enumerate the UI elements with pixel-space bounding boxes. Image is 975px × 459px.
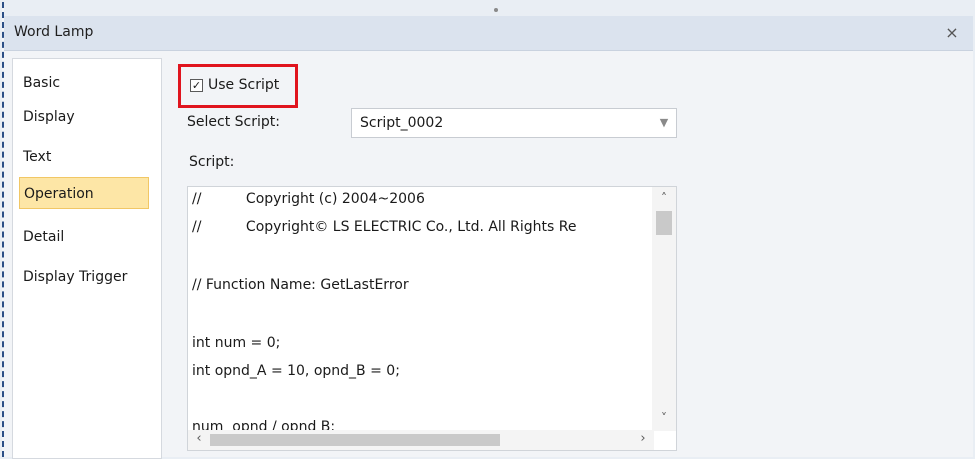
- chevron-down-icon[interactable]: ▼: [652, 109, 676, 137]
- select-script-value: Script_0002: [360, 115, 444, 131]
- use-script-checkbox[interactable]: ✓: [190, 79, 203, 92]
- use-script-label[interactable]: Use Script: [208, 77, 279, 93]
- chevron-right-icon[interactable]: ›: [634, 431, 652, 449]
- script-editor[interactable]: // Copyright (c) 2004~2006 // Copyright©…: [187, 186, 677, 451]
- operation-panel: ✓ Use Script Select Script: Script_0002 …: [166, 58, 966, 457]
- chevron-left-icon[interactable]: ‹: [190, 431, 208, 449]
- nav-item-display[interactable]: Display: [19, 101, 149, 133]
- nav-item-operation[interactable]: Operation: [19, 177, 149, 209]
- nav-item-text[interactable]: Text: [19, 141, 149, 173]
- vertical-scrollbar[interactable]: ˄ ˅: [652, 187, 676, 431]
- word-lamp-dialog: Word Lamp × Basic Display Text Operation…: [2, 2, 973, 459]
- code-line: // Copyright (c) 2004~2006: [192, 191, 425, 207]
- vertical-scroll-thumb[interactable]: [656, 211, 672, 235]
- property-nav: Basic Display Text Operation Detail Disp…: [12, 58, 162, 459]
- nav-item-display-trigger[interactable]: Display Trigger: [19, 261, 149, 293]
- window-title: Word Lamp: [14, 24, 94, 40]
- horizontal-scrollbar[interactable]: ‹ ›: [188, 430, 654, 450]
- code-line: // Function Name: GetLastError: [192, 277, 409, 293]
- script-label: Script:: [189, 154, 235, 170]
- code-line: int num = 0;: [192, 335, 281, 351]
- title-bar: Word Lamp ×: [4, 16, 973, 51]
- nav-item-detail[interactable]: Detail: [19, 221, 149, 253]
- chevron-down-icon[interactable]: ˅: [652, 411, 676, 429]
- select-script-label: Select Script:: [187, 114, 280, 130]
- code-line: // Copyright© LS ELECTRIC Co., Ltd. All …: [192, 219, 577, 235]
- nav-item-basic[interactable]: Basic: [19, 67, 149, 99]
- resize-grip-icon[interactable]: [494, 8, 498, 12]
- horizontal-scroll-thumb[interactable]: [210, 434, 500, 446]
- close-icon[interactable]: ×: [941, 22, 963, 44]
- chevron-up-icon[interactable]: ˄: [652, 191, 676, 209]
- use-script-highlight: ✓ Use Script: [178, 64, 298, 108]
- window-top-strip: [4, 2, 973, 16]
- code-line: int opnd_A = 10, opnd_B = 0;: [192, 363, 400, 379]
- select-script-dropdown[interactable]: Script_0002 ▼: [351, 108, 677, 138]
